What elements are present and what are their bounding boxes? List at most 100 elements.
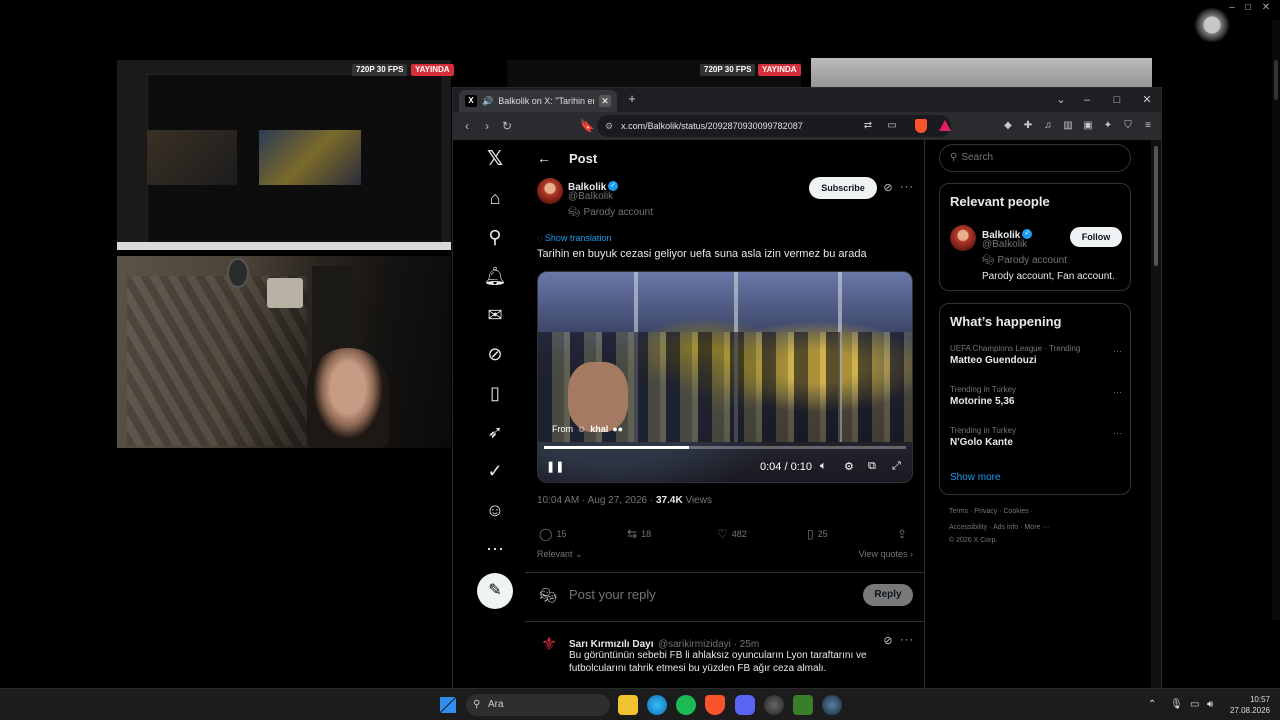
dock-video-icon[interactable]: ⧉ [868,460,876,473]
window-scrollbar[interactable] [1272,20,1280,620]
tab-active[interactable]: X 🔊 Balkolik on X: "Tarihin en buyük ✕ [459,90,617,112]
trend-more-icon[interactable]: ··· [1113,346,1122,356]
translate-icon[interactable]: ⇄ [861,119,875,133]
trend-item[interactable]: Trending in Turkey Motorine 5,36 ··· [950,385,1126,407]
show-translation-link[interactable]: ◌ Show translation [537,233,611,243]
spotify-icon[interactable] [676,695,696,715]
compose-post-button[interactable]: ✎ [477,573,513,609]
vpn-icon[interactable]: ⛉ [1121,119,1135,133]
tab-list-chevron-icon[interactable]: ⌄ [1053,92,1069,108]
new-tab-icon[interactable]: + [625,92,639,106]
more-icon[interactable]: ⋯ [483,537,507,561]
file-explorer-icon[interactable] [618,695,638,715]
speaker-icon[interactable]: 🔊 [482,96,493,107]
trend-more-icon[interactable]: ··· [1113,428,1122,438]
steam-icon[interactable] [822,695,842,715]
volume-icon[interactable]: 🔈︎ [820,460,827,473]
show-more-link[interactable]: Show more [950,472,1001,483]
browser-maximize-icon[interactable]: □ [1109,92,1125,108]
reload-icon[interactable]: ↻ [499,118,515,134]
back-icon[interactable]: ‹ [459,118,475,134]
fullscreen-icon[interactable]: ⤢ [892,460,901,473]
galatasaray-avatar-icon[interactable]: ⚜ [541,634,561,656]
tray-chevron-icon[interactable]: ⌃ [1148,699,1156,710]
rp-handle[interactable]: @BaIkolik [982,239,1027,250]
brave-rewards-icon[interactable] [939,120,951,131]
cast-icon[interactable]: ▭ [885,119,899,133]
share-action[interactable]: ⇪ [897,527,907,541]
bookmark-action[interactable]: ▯ 25 [807,527,828,541]
more-options-icon[interactable]: ··· [899,181,915,193]
minimize-icon[interactable]: – [1226,2,1238,14]
speaker-tray-icon[interactable]: 🔊︎ [1207,699,1213,710]
extensions-icon[interactable]: ✚ [1021,119,1035,133]
view-quotes-link[interactable]: View quotes › [859,549,913,559]
bookmark-count: 25 [817,529,828,539]
site-info-icon[interactable]: ⚙ [605,121,613,132]
messages-icon[interactable]: ✉ [483,303,507,327]
edge-icon[interactable] [647,695,667,715]
bookmarks-icon[interactable]: ▯ [483,381,507,405]
taskbar-clock[interactable]: 10:57 27.08.2026 [1226,694,1270,716]
sidebar-icon[interactable]: ▥ [1061,119,1075,133]
explore-search-icon[interactable]: ⚲ [483,225,507,249]
reply-button[interactable]: Reply [863,584,913,606]
tab-close-icon[interactable]: ✕ [599,95,611,107]
comment-more-icon[interactable]: ··· [899,634,915,646]
leo-icon[interactable]: ◆ [1001,119,1015,133]
maximize-icon[interactable]: □ [1242,2,1254,14]
search-input[interactable]: ⚲ Search [939,144,1131,172]
music-icon[interactable]: ♫ [1041,119,1055,133]
bookmark-page-icon[interactable]: 🔖 [579,118,595,134]
verified-orgs-icon[interactable]: ✓ [483,459,507,483]
author-avatar[interactable] [537,178,563,204]
discord-icon[interactable] [735,695,755,715]
forward-icon[interactable]: › [479,118,495,134]
sort-dropdown[interactable]: Relevant ⌄ [537,549,583,559]
brave-shields-icon[interactable] [915,119,927,133]
video-progress-bar[interactable] [544,446,906,449]
x-logo-icon[interactable]: 𝕏 [483,146,507,170]
back-arrow-icon[interactable]: ← [537,150,551,166]
network-icon[interactable]: ▭ [1190,699,1199,710]
subscribe-button[interactable]: Subscribe [809,177,877,199]
home-icon[interactable]: ⌂ [483,186,507,210]
page-scrollbar[interactable] [1151,140,1161,689]
settings-gear-icon[interactable]: ⚙ [844,460,854,473]
grok-explain-icon[interactable]: ⊘ [881,181,895,194]
browser-minimize-icon[interactable]: – [1079,92,1095,108]
post-timestamp[interactable]: 10:04 AM · Aug 27, 2026 · [537,495,656,506]
taskbar-search[interactable]: ⚲ Ara [466,694,610,716]
reply-input[interactable]: Post your reply [569,587,656,602]
obs-icon[interactable] [764,695,784,715]
microphone-icon[interactable]: 🎙︎ [1170,699,1183,710]
wallet-icon[interactable]: ▣ [1081,119,1095,133]
comment-grok-icon[interactable]: ⊘ [881,634,895,647]
footer-line-1[interactable]: Terms · Privacy · Cookies · [949,508,1033,515]
repost-action[interactable]: ⇆ 18 [627,527,651,541]
notifications-bell-icon[interactable]: 🔔︎ [483,264,507,288]
browser-close-icon[interactable]: ✕ [1139,92,1155,108]
follow-button[interactable]: Follow [1070,227,1122,247]
windows-start-icon[interactable] [440,697,456,713]
menu-icon[interactable]: ≡ [1141,119,1155,133]
trend-item[interactable]: Trending in Turkey N'Golo Kante ··· [950,426,1126,448]
rp-avatar[interactable] [950,225,976,251]
preview-video-thumb [259,130,361,185]
footer-line-2[interactable]: Accessibility · Ads info · More ··· [949,524,1049,531]
brave-taskbar-icon[interactable] [705,695,725,715]
live-badge-2: YAYINDA [758,64,801,76]
terminal-app-icon[interactable] [793,695,813,715]
ai-icon[interactable]: ✦ [1101,119,1115,133]
jobs-rocket-icon[interactable]: ➶ [483,420,507,444]
profile-icon[interactable]: ☺ [483,498,507,522]
trend-more-icon[interactable]: ··· [1113,387,1122,397]
grok-icon[interactable]: ⊘ [483,342,507,366]
close-icon[interactable]: ✕ [1260,2,1272,14]
author-handle[interactable]: @BaIkolik [568,191,613,202]
like-action[interactable]: ♡ 482 [717,527,747,541]
reply-action[interactable]: ◯ 15 [539,527,566,541]
video-player[interactable]: From ☺ khal ●● ❚❚ 0:04 / 0:10 🔈︎ ⚙ ⧉ ⤢ [537,271,913,483]
trend-item[interactable]: UEFA Champions League · Trending Matteo … [950,344,1126,366]
pause-icon[interactable]: ❚❚ [546,460,564,473]
